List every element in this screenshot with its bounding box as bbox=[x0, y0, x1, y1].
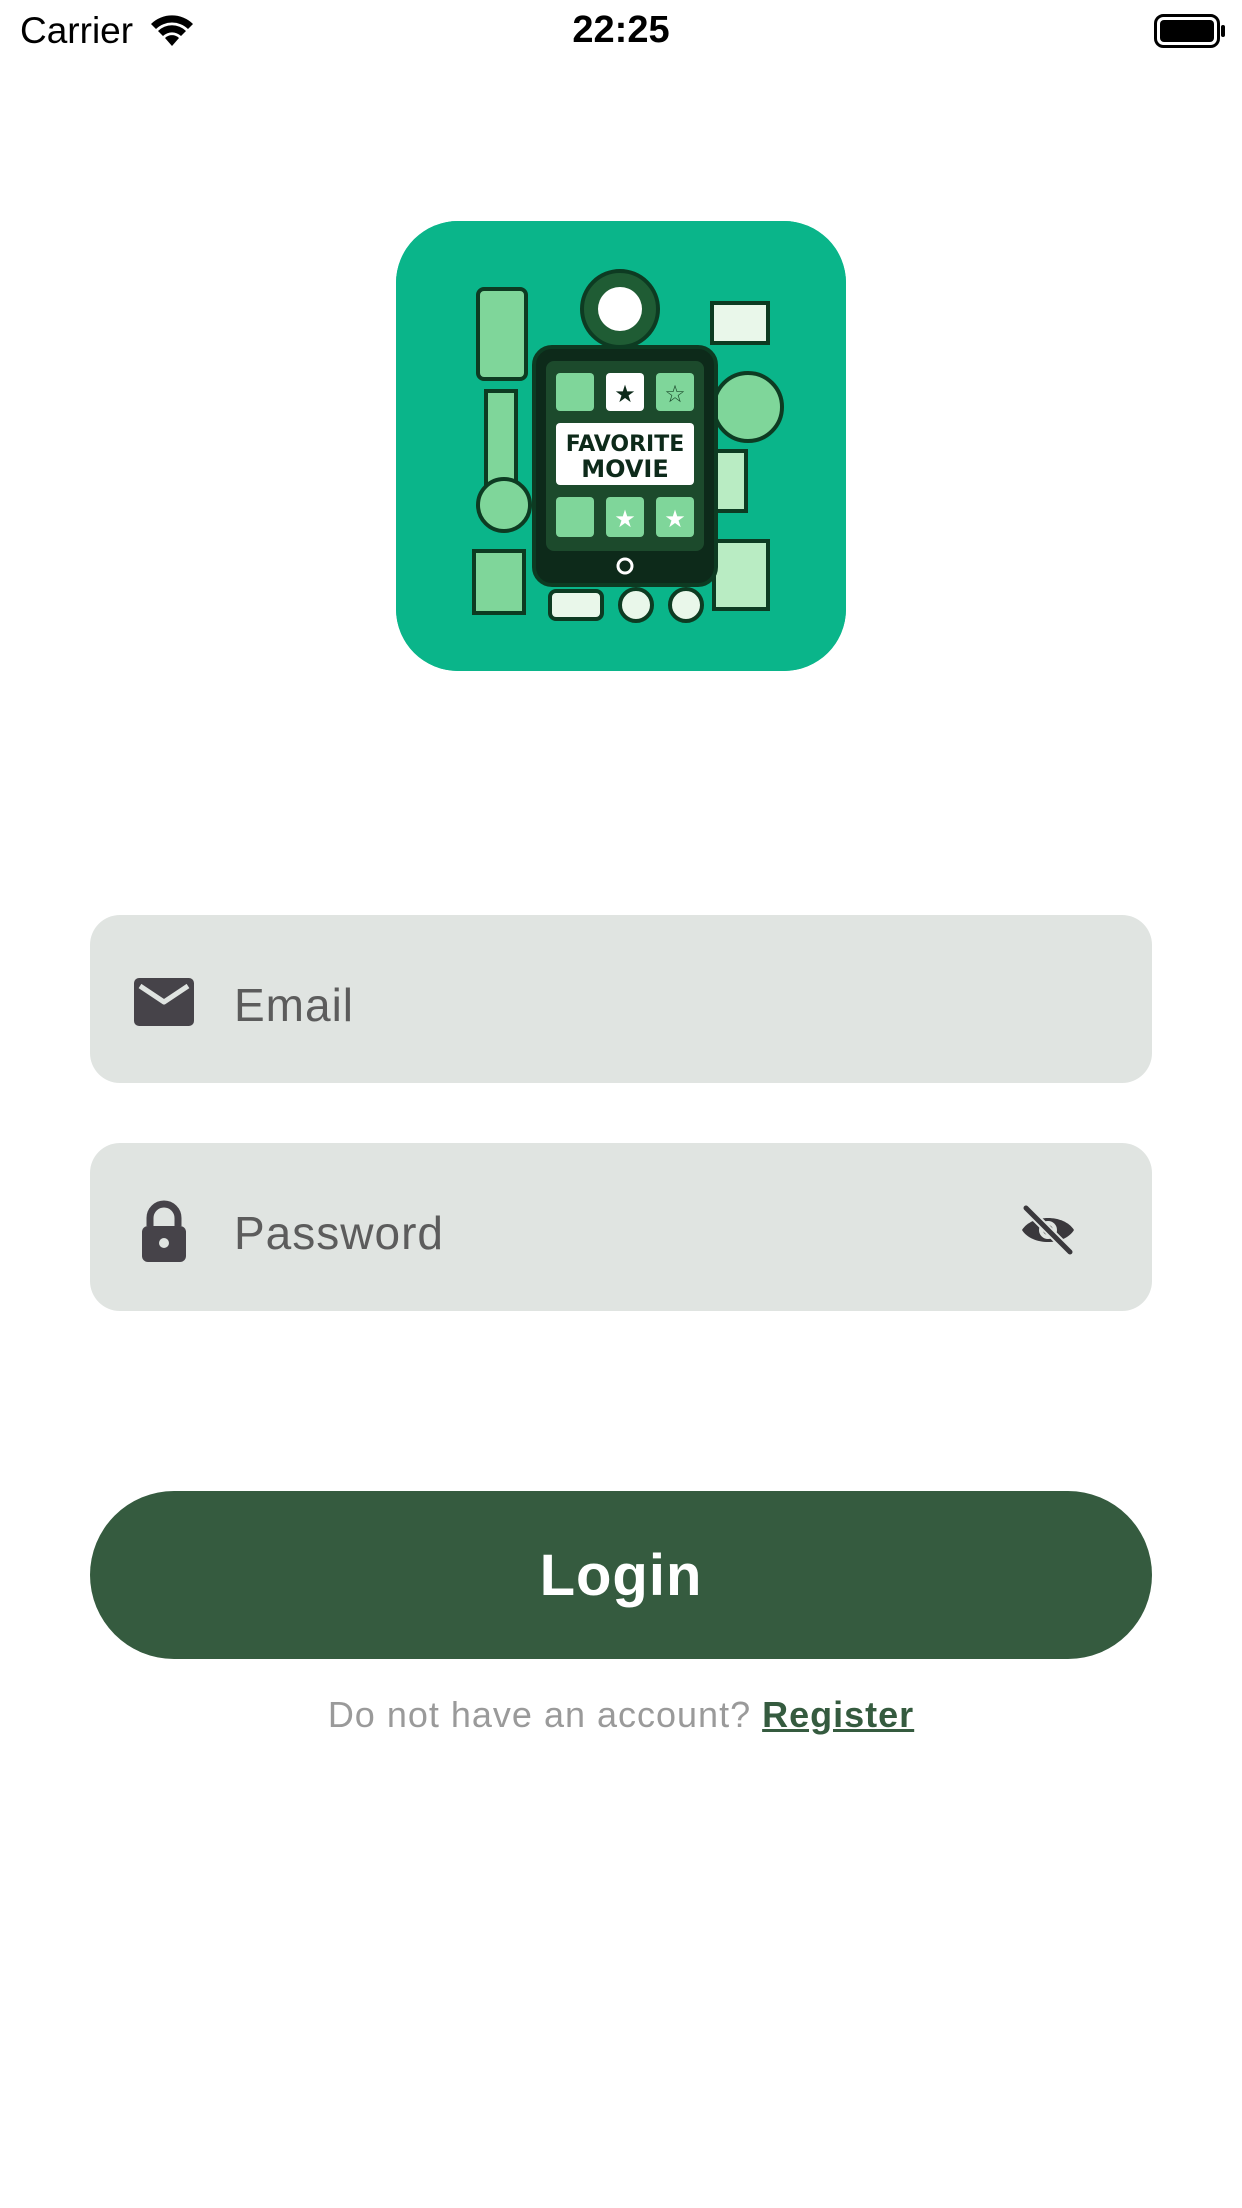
email-field[interactable] bbox=[90, 915, 1152, 1083]
svg-text:★: ★ bbox=[614, 380, 636, 408]
svg-text:★: ★ bbox=[664, 505, 686, 533]
svg-text:★: ★ bbox=[614, 505, 636, 533]
lock-icon bbox=[142, 1200, 186, 1262]
envelope-icon bbox=[134, 978, 194, 1026]
register-prompt-line: Do not have an account? Register bbox=[0, 1694, 1242, 1736]
password-input[interactable] bbox=[234, 1143, 994, 1311]
register-prompt-text: Do not have an account? bbox=[327, 1694, 752, 1735]
battery-icon bbox=[1154, 14, 1225, 48]
status-bar: Carrier 22:25 bbox=[0, 0, 1242, 62]
logo-text-line1: FAVORITE bbox=[566, 432, 685, 457]
register-link[interactable]: Register bbox=[762, 1694, 914, 1735]
eye-slash-icon[interactable] bbox=[1018, 1202, 1078, 1258]
svg-text:☆: ☆ bbox=[664, 380, 686, 408]
clock: 22:25 bbox=[572, 9, 670, 51]
logo-text-line2: MOVIE bbox=[581, 455, 669, 483]
password-field[interactable] bbox=[90, 1143, 1152, 1311]
app-logo: ★ ☆ FAVORITE MOVIE ★ ★ bbox=[396, 221, 846, 671]
email-input[interactable] bbox=[234, 915, 994, 1083]
login-button[interactable]: Login bbox=[90, 1491, 1152, 1659]
